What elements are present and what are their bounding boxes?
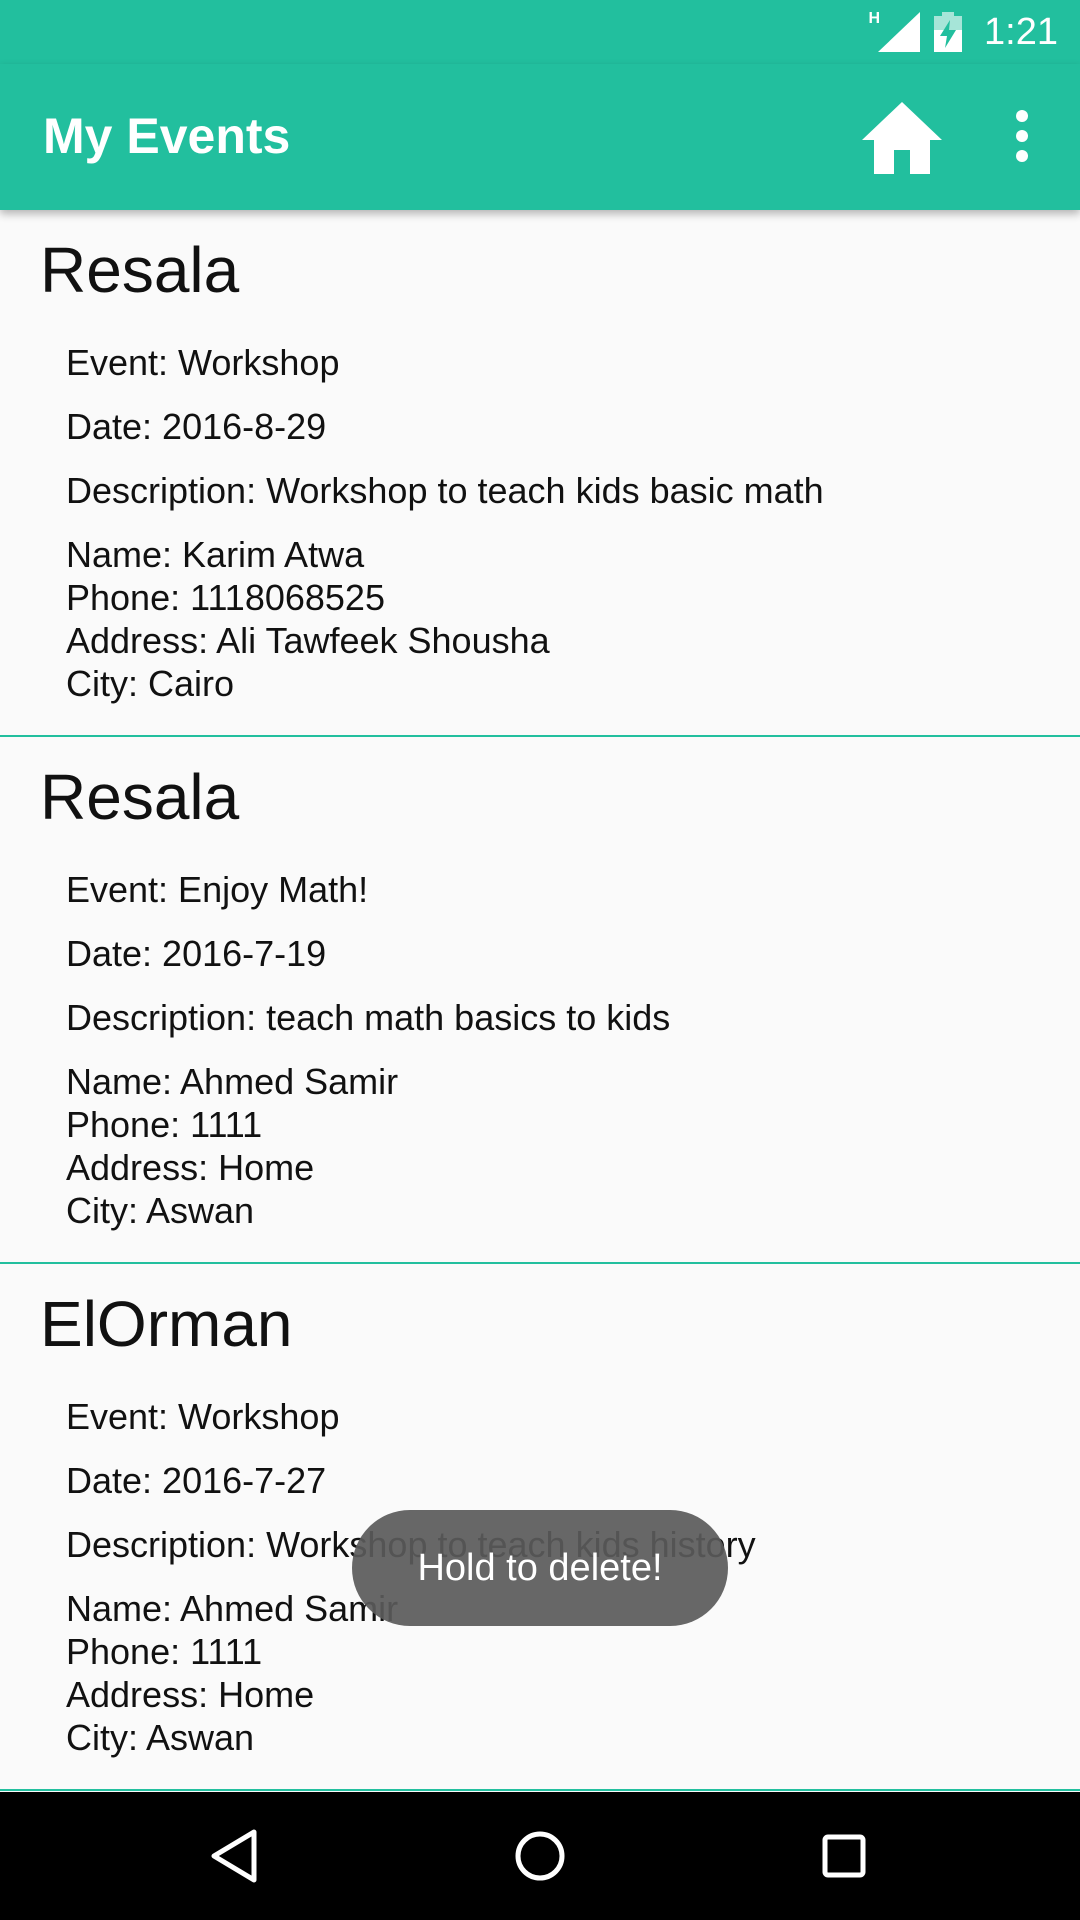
event-type: Event: Workshop <box>66 1396 340 1437</box>
contact-phone: Phone: 1111 <box>66 1631 263 1672</box>
event-description: Description: Workshop to teach kids basi… <box>66 470 824 511</box>
event-contact: Name: Ahmed Samir Phone: 1111 Address: H… <box>66 1587 398 1759</box>
event-contact: Name: Karim Atwa Phone: 1118068525 Addre… <box>66 533 550 705</box>
app-bar: My Events <box>0 64 1080 210</box>
contact-city: City: Cairo <box>66 663 235 704</box>
contact-address: Address: Ali Tawfeek Shousha <box>66 620 550 661</box>
status-time: 1:21 <box>984 11 1058 53</box>
contact-city: City: Aswan <box>66 1717 255 1758</box>
contact-phone: Phone: 1118068525 <box>66 577 385 618</box>
event-organization: Resala <box>40 761 240 833</box>
event-contact: Name: Ahmed Samir Phone: 1111 Address: H… <box>66 1060 398 1232</box>
event-organization: Resala <box>40 234 240 306</box>
event-date: Date: 2016-7-27 <box>66 1460 327 1501</box>
event-organization: ElOrman <box>40 1288 293 1360</box>
toast-message: Hold to delete! <box>352 1510 728 1626</box>
contact-name: Name: Karim Atwa <box>66 534 365 575</box>
event-card[interactable]: Resala Event: Workshop Date: 2016-8-29 D… <box>0 210 1080 737</box>
status-bar: H 1:21 <box>0 0 1080 64</box>
event-type: Event: Enjoy Math! <box>66 869 369 910</box>
event-description: Description: teach math basics to kids <box>66 997 671 1038</box>
more-vert-icon[interactable] <box>1000 104 1044 168</box>
battery-charging-icon <box>934 12 962 52</box>
contact-phone: Phone: 1111 <box>66 1104 263 1145</box>
contact-city: City: Aswan <box>66 1190 255 1231</box>
home-circle-icon[interactable] <box>500 1816 580 1896</box>
recents-icon[interactable] <box>804 1816 884 1896</box>
contact-name: Name: Ahmed Samir <box>66 1588 399 1629</box>
event-card[interactable]: Resala Event: Enjoy Math! Date: 2016-7-1… <box>0 737 1080 1264</box>
contact-address: Address: Home <box>66 1674 315 1715</box>
event-type: Event: Workshop <box>66 342 340 383</box>
home-icon[interactable] <box>862 100 942 176</box>
event-date: Date: 2016-8-29 <box>66 406 327 447</box>
navigation-bar <box>0 1792 1080 1920</box>
signal-icon <box>878 12 920 52</box>
contact-name: Name: Ahmed Samir <box>66 1061 399 1102</box>
contact-address: Address: Home <box>66 1147 315 1188</box>
app-title: My Events <box>43 108 291 164</box>
back-icon[interactable] <box>196 1816 276 1896</box>
event-date: Date: 2016-7-19 <box>66 933 327 974</box>
